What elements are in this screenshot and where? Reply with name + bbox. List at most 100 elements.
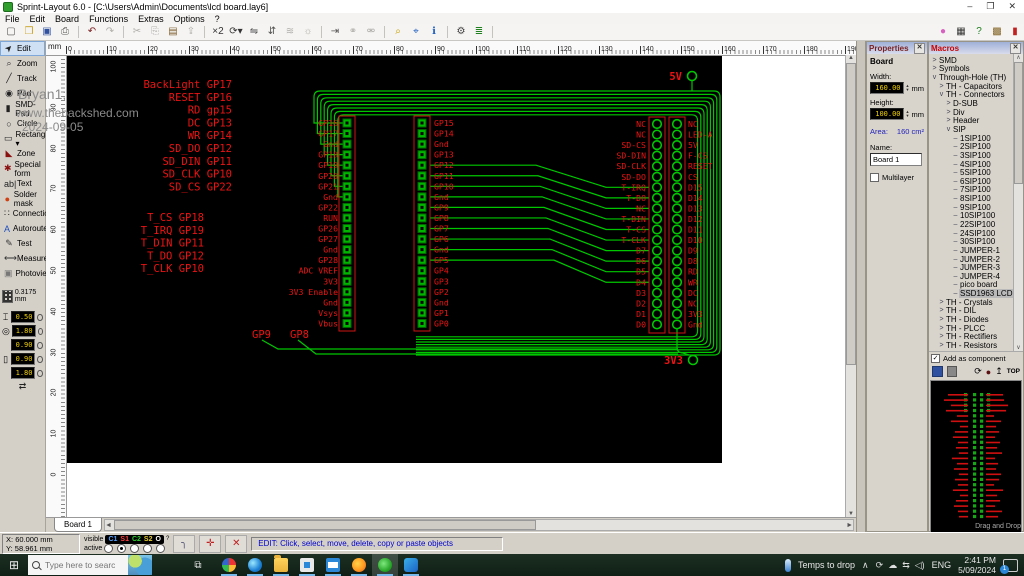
macro-item-ssd1963-lcd[interactable]: –SSD1963 LCD (929, 289, 1014, 298)
tool-smd-pad[interactable]: ▮SMD-Pad (0, 101, 45, 116)
duplicate-icon[interactable]: ×2 (210, 25, 226, 39)
delete-icon[interactable]: ⇪ (183, 25, 199, 39)
tree-toggle-icon[interactable]: v (945, 126, 952, 133)
macro-item-th-connectors[interactable]: vTH - Connectors (929, 91, 1014, 100)
menu-file[interactable]: File (0, 14, 25, 24)
taskbar-app-edge[interactable] (242, 554, 268, 576)
macro-item-8sip100[interactable]: –8SIP100 (929, 194, 1014, 203)
new-icon[interactable]: ▢ (3, 25, 19, 39)
height-spinner[interactable]: ▲▼ (906, 110, 910, 118)
macros-scrollbar[interactable]: ∧∨ (1013, 54, 1023, 351)
board-name-input[interactable] (870, 153, 922, 166)
pad-size-control[interactable]: ◎ 1.80 (2, 325, 43, 337)
macro-item-5sip100[interactable]: –5SIP100 (929, 168, 1014, 177)
macro-item-jumper-3[interactable]: –JUMPER-3 (929, 263, 1014, 272)
tool-edit[interactable]: ➤Edit (0, 41, 45, 56)
taskbar-app-sprint-layout[interactable] (372, 554, 398, 576)
close-macros-icon[interactable]: ✕ (1010, 43, 1021, 54)
macro-save-icon[interactable] (932, 366, 943, 377)
weather-text[interactable]: Temps to drop (798, 560, 855, 570)
menu-board[interactable]: Board (50, 14, 84, 24)
crosshair-icon[interactable]: ✛ (199, 535, 221, 553)
menu-extras[interactable]: Extras (133, 14, 169, 24)
photoview-icon[interactable]: ● (935, 25, 951, 39)
search-highlight-image[interactable] (128, 555, 152, 575)
smd-size-control[interactable]: ▯ 0.90 (2, 353, 43, 365)
language-indicator[interactable]: ENG (932, 560, 952, 570)
macro-item-div[interactable]: >Div (929, 108, 1014, 117)
align-icon[interactable]: ≋ (282, 25, 298, 39)
tool-connections[interactable]: ∷Connections (0, 206, 45, 221)
snap-icon[interactable]: ⌖ (408, 25, 424, 39)
macro-item-jumper-2[interactable]: –JUMPER-2 (929, 255, 1014, 264)
macro-top-icon[interactable]: ↥ (995, 366, 1003, 377)
open-icon[interactable]: ❒ (21, 25, 37, 39)
start-button[interactable]: ⊞ (0, 554, 28, 576)
info-icon[interactable]: ℹ (426, 25, 442, 39)
smd-width-list-button[interactable] (37, 356, 43, 363)
board-tab[interactable]: Board 1 (54, 518, 102, 532)
track-width-list-button[interactable] (37, 314, 43, 321)
pad-outer-value[interactable]: 1.80 (12, 325, 36, 337)
menu-functions[interactable]: Functions (84, 14, 133, 24)
tree-toggle-icon[interactable]: v (938, 91, 945, 98)
macro-delete-icon[interactable] (947, 366, 957, 377)
print-icon[interactable]: ⎙ (57, 25, 73, 39)
close-properties-icon[interactable]: ✕ (914, 43, 925, 54)
onedrive-cloud-icon[interactable]: ☁ (888, 560, 897, 571)
tree-toggle-icon[interactable]: > (938, 333, 945, 340)
tool-zoom[interactable]: ⌕Zoom (0, 56, 45, 71)
layer-active-s2[interactable] (143, 544, 152, 553)
board-width-field[interactable]: 160.00 (870, 82, 904, 94)
macro-rotate-icon[interactable]: ⟳ (974, 366, 982, 377)
search-input[interactable] (43, 559, 117, 571)
mirror-v-icon[interactable]: ⇵ (264, 25, 280, 39)
macro-item-1sip100[interactable]: –1SIP100 (929, 134, 1014, 143)
layer-help[interactable]: ? (166, 535, 169, 544)
macro-item-sip[interactable]: vSIP (929, 125, 1014, 134)
paste-icon[interactable]: ▤ (165, 25, 181, 39)
macro-item-d-sub[interactable]: >D-SUB (929, 99, 1014, 108)
tree-toggle-icon[interactable]: > (938, 325, 945, 332)
pad-outer-list-button[interactable] (38, 328, 43, 335)
notification-center-icon[interactable]: 1 (1003, 559, 1018, 572)
macro-item-th-capacitors[interactable]: >TH - Capacitors (929, 82, 1014, 91)
tree-toggle-icon[interactable]: > (945, 100, 952, 107)
tool-rectangle[interactable]: ▭Rectangle ▾ (0, 131, 45, 146)
swap-dimensions-icon[interactable]: ⇄ (2, 381, 43, 392)
layer-active-o[interactable] (156, 544, 165, 553)
ungroup-icon[interactable]: ⚮ (363, 25, 379, 39)
no-grid-icon[interactable]: ✕ (225, 535, 247, 553)
macro-item-th-diodes[interactable]: >TH - Diodes (929, 315, 1014, 324)
macro-item-pico-board[interactable]: –pico board (929, 281, 1014, 290)
cut-icon[interactable]: ✂ (129, 25, 145, 39)
add-as-component-checkbox[interactable]: ✓ (931, 354, 940, 363)
macro-item-30sip100[interactable]: –30SIP100 (929, 237, 1014, 246)
grid-setting-button[interactable]: 0.3175 mm (2, 289, 43, 303)
macro-item-header[interactable]: >Header (929, 116, 1014, 125)
menu-options[interactable]: Options (169, 14, 210, 24)
taskbar-app-store[interactable] (294, 554, 320, 576)
close-button[interactable]: ✕ (1008, 1, 1016, 12)
macro-item-2sip100[interactable]: –2SIP100 (929, 142, 1014, 151)
copy-icon[interactable]: ⎘ (147, 25, 163, 39)
macro-item-jumper-4[interactable]: –JUMPER-4 (929, 272, 1014, 281)
layer-visible-c1[interactable]: C1 (108, 535, 117, 544)
macro-item-9sip100[interactable]: –9SIP100 (929, 203, 1014, 212)
undo-icon[interactable]: ↶ (84, 25, 100, 39)
hidden-icons-chevron[interactable]: ∧ (862, 560, 869, 571)
tool-special-form[interactable]: ✱Special form (0, 161, 45, 176)
tool-photoview[interactable]: ▣Photoview (0, 266, 45, 281)
tool-test[interactable]: ✎Test (0, 236, 45, 251)
help-icon[interactable]: ? (971, 25, 987, 39)
save-icon[interactable]: ▣ (39, 25, 55, 39)
move-layer-icon[interactable]: ⇥ (327, 25, 343, 39)
macro-item-24sip100[interactable]: –24SIP100 (929, 229, 1014, 238)
macro-item-th-rectifiers[interactable]: >TH - Rectifiers (929, 333, 1014, 342)
tool-autoroute[interactable]: AAutoroute (0, 221, 45, 236)
tree-toggle-icon[interactable]: > (938, 316, 945, 323)
minimize-button[interactable]: – (967, 1, 972, 12)
taskbar-app-browser-colorful[interactable] (216, 554, 242, 576)
smd-height-value[interactable]: 1.80 (11, 367, 35, 379)
macro-item-th-crystals[interactable]: >TH - Crystals (929, 298, 1014, 307)
